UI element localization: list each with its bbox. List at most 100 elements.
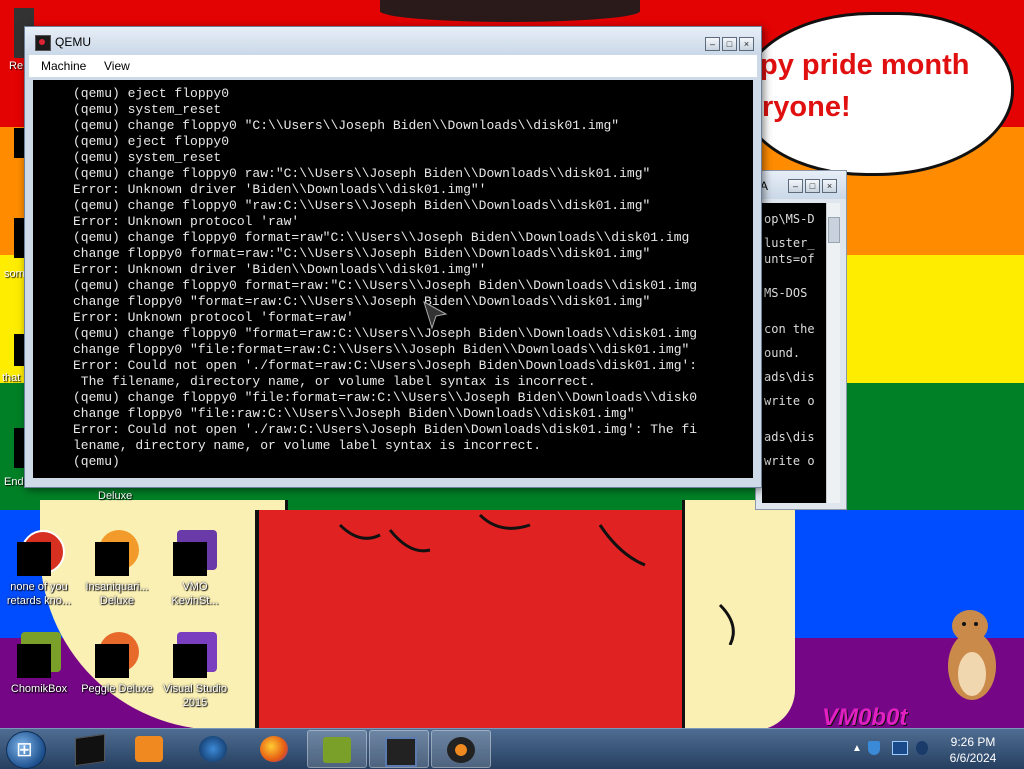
left-icon-4-label: that xyxy=(2,372,21,384)
chomikbox-label: ChomikBox xyxy=(10,683,68,695)
taskbar-button-3[interactable] xyxy=(184,730,242,766)
console-line: (qemu) change floppy0 "C:\\Users\\Joseph… xyxy=(73,118,620,133)
taskbar-clock[interactable]: 9:26 PM 6/6/2024 xyxy=(932,734,1014,766)
console-line: Error: Unknown protocol 'format=raw' xyxy=(73,310,354,325)
console-line: Error: Could not open './format=raw:C:\U… xyxy=(73,358,698,373)
taskbar-button-4[interactable] xyxy=(245,730,303,766)
console-line: (qemu) system_reset xyxy=(73,102,222,117)
console-line: Error: Unknown driver 'Biden\\Downloads\… xyxy=(73,262,487,277)
console-line: (qemu) eject floppy0 xyxy=(73,86,230,101)
hamster-image xyxy=(948,610,996,700)
visual-studio-icon xyxy=(171,632,219,680)
bg-line: ound. xyxy=(764,346,801,360)
left-icon-3-label: som xyxy=(4,268,25,280)
qemu-window-title: QEMU xyxy=(55,35,91,49)
console-line: (qemu) change floppy0 "file:format=raw:C… xyxy=(73,390,698,405)
peggle-deluxe-icon xyxy=(93,632,141,680)
console-line: Error: Could not open './raw:C:\Users\Jo… xyxy=(73,422,698,437)
taskbar-globe-icon xyxy=(199,736,227,762)
console-line: change floppy0 "format=raw:C:\\Users\\Jo… xyxy=(73,294,651,309)
console-line: (qemu) change floppy0 "format=raw:C:\\Us… xyxy=(73,326,698,341)
desktop-icon-peggle[interactable]: Peggle Deluxe xyxy=(80,632,154,696)
console-line: Error: Unknown driver 'Biden\\Downloads\… xyxy=(73,182,487,197)
top-decoration xyxy=(380,0,640,22)
qemu-titlebar[interactable]: QEMU – □ × xyxy=(25,27,761,55)
taskbar-button-5[interactable] xyxy=(307,730,367,768)
tray-expand-icon[interactable]: ▲ xyxy=(852,743,862,754)
qemu-monitor-console[interactable]: (qemu) eject floppy0 (qemu) system_reset(… xyxy=(33,80,753,478)
background-close-button[interactable]: × xyxy=(822,179,837,193)
console-line: lename, directory name, or volume label … xyxy=(73,438,542,453)
desktop-icon-insaniquarium[interactable]: Insaniquari... Deluxe xyxy=(80,530,154,608)
left-icon-5-label: End xyxy=(4,476,24,488)
bg-line: ads\dis xyxy=(764,430,815,444)
taskbar-monitor-icon xyxy=(385,737,417,767)
desktop-icon-chomikbox[interactable]: ChomikBox xyxy=(2,632,76,696)
taskbar-qemu-icon xyxy=(447,737,475,763)
background-maximize-button[interactable]: □ xyxy=(805,179,820,193)
menu-view[interactable]: View xyxy=(104,59,130,73)
taskbar-firefox-icon xyxy=(260,736,288,762)
bg-line: luster_ xyxy=(764,236,815,250)
taskbar-button-7[interactable] xyxy=(431,730,491,768)
bg-line: write o xyxy=(764,394,815,408)
none-of-you-label: none of you retards kno... xyxy=(6,581,72,607)
console-line: (qemu) system_reset xyxy=(73,150,222,165)
background-scrollbar-thumb[interactable] xyxy=(828,217,840,243)
console-line: The filename, directory name, or volume … xyxy=(73,374,596,389)
bg-line: op\MS-D xyxy=(764,212,815,226)
cartoon-face-lines xyxy=(338,513,735,645)
clock-date: 6/6/2024 xyxy=(949,751,997,765)
close-button[interactable]: × xyxy=(739,37,754,51)
chomikbox-icon xyxy=(15,632,63,680)
maximize-button[interactable]: □ xyxy=(722,37,737,51)
desktop-icon-none-of-you[interactable]: none of you retards kno... xyxy=(2,530,76,608)
background-terminal-output[interactable]: op\MS-D luster_ unts=of MS-DOS con the o… xyxy=(762,203,826,503)
recycle-bin-label: Re xyxy=(9,60,24,72)
taskbar: ▲ 9:26 PM 6/6/2024 xyxy=(0,728,1024,769)
taskbar-black-window-icon xyxy=(75,733,105,767)
qemu-menubar: Machine View xyxy=(29,55,757,77)
desktop-icon-visual-studio[interactable]: Visual Studio 2015 xyxy=(158,632,232,710)
tray-shield-icon[interactable] xyxy=(868,741,880,755)
console-line: (qemu) eject floppy0 xyxy=(73,134,230,149)
qemu-app-icon xyxy=(35,35,51,51)
minimize-button[interactable]: – xyxy=(705,37,720,51)
tray-volume-icon[interactable] xyxy=(916,741,928,755)
peggle-deluxe-label: Peggle Deluxe xyxy=(81,683,153,695)
console-line: change floppy0 "file:format=raw:C:\\User… xyxy=(73,342,690,357)
insaniquarium-label: Insaniquari... Deluxe xyxy=(85,581,149,607)
bg-line: unts=of xyxy=(764,252,815,266)
taskbar-button-2[interactable] xyxy=(120,730,178,766)
tray-network-icon[interactable] xyxy=(892,741,908,755)
deluxe-partial-label: Deluxe xyxy=(98,490,133,502)
visual-studio-label: Visual Studio 2015 xyxy=(162,683,227,709)
qemu-window[interactable]: QEMU – □ × Machine View (qemu) eject flo… xyxy=(24,26,762,488)
background-minimize-button[interactable]: – xyxy=(788,179,803,193)
bg-line: con the xyxy=(764,322,815,336)
background-terminal-window[interactable]: A – □ × op\MS-D luster_ unts=of MS-DOS c… xyxy=(755,170,847,510)
bg-line: MS-DOS xyxy=(764,286,808,300)
console-line: (qemu) change floppy0 format=raw:"C:\\Us… xyxy=(73,278,698,293)
none-of-you-icon xyxy=(15,530,65,578)
vmo-kevinst-icon xyxy=(171,530,219,578)
menu-machine[interactable]: Machine xyxy=(41,59,86,73)
taskbar-chomikbox-icon xyxy=(323,737,351,763)
background-window-titlebar[interactable]: A – □ × xyxy=(756,171,846,199)
bg-line: write o xyxy=(764,454,815,468)
taskbar-button-1[interactable] xyxy=(60,730,118,767)
console-line: Error: Unknown protocol 'raw' xyxy=(73,214,300,229)
console-line: (qemu) change floppy0 format=raw"C:\\Use… xyxy=(73,230,690,245)
console-line: change floppy0 format=raw:"C:\\Users\\Jo… xyxy=(73,246,651,261)
insaniquarium-icon xyxy=(93,530,141,578)
bg-line: ads\dis xyxy=(764,370,815,384)
taskbar-button-6[interactable] xyxy=(369,730,429,768)
console-line: (qemu) change floppy0 "raw:C:\\Users\\Jo… xyxy=(73,198,651,213)
console-line: (qemu) xyxy=(73,454,120,469)
console-line: (qemu) change floppy0 raw:"C:\\Users\\Jo… xyxy=(73,166,651,181)
desktop-icon-vmo-kevinst[interactable]: VMO KevinSt... xyxy=(158,530,232,608)
start-button[interactable] xyxy=(6,731,46,769)
clock-time: 9:26 PM xyxy=(950,735,996,749)
vmo-kevinst-label: VMO KevinSt... xyxy=(171,581,219,607)
background-scrollbar[interactable] xyxy=(826,203,840,503)
